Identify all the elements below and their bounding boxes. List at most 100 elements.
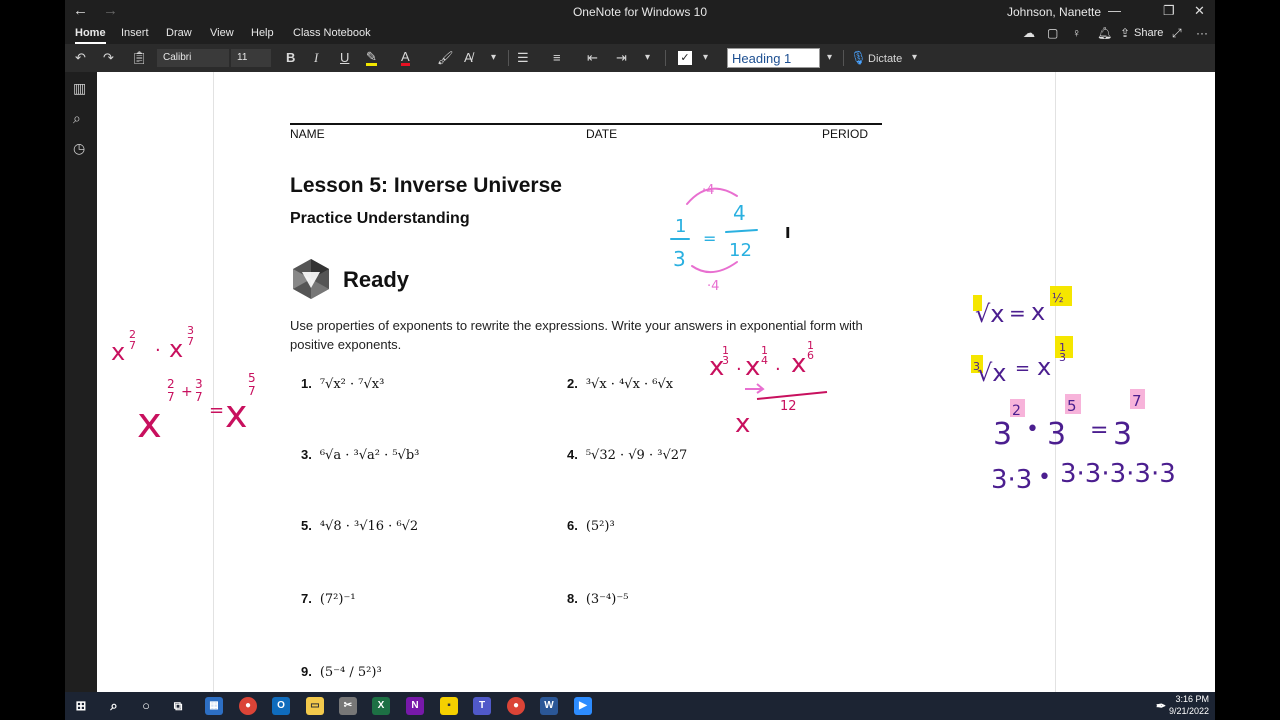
tab-view[interactable]: View — [210, 27, 234, 39]
format-painter-icon[interactable]: 🖌︎ — [437, 50, 454, 66]
more-options-icon[interactable]: ··· — [1196, 26, 1208, 40]
title-bar: ← → OneNote for Windows 10 Johnson, Nane… — [65, 0, 1215, 24]
svg-text:3: 3 — [1047, 417, 1066, 452]
svg-text:x: x — [791, 349, 806, 379]
underline-icon[interactable]: U — [340, 50, 349, 66]
snipping-tool-icon[interactable]: ✂ — [339, 697, 357, 715]
file-explorer-icon[interactable]: ▭ — [306, 697, 324, 715]
svg-text:=: = — [209, 400, 224, 421]
letterbox-right — [1215, 0, 1280, 720]
clock-time: 3:16 PM — [1175, 694, 1210, 704]
svg-text:3: 3 — [722, 354, 729, 367]
svg-text:·: · — [736, 359, 742, 380]
svg-text:√x: √x — [977, 359, 1007, 387]
sticky-notes-icon[interactable]: ▪ — [440, 697, 458, 715]
undo-icon[interactable]: ↶ — [75, 50, 86, 66]
tab-insert[interactable]: Insert — [121, 27, 149, 39]
svg-text:3·3·3·3·3: 3·3·3·3·3 — [1060, 459, 1176, 489]
taskbar-clock[interactable]: 3:16 PM 9/21/2022 — [1169, 693, 1209, 717]
svg-text:2: 2 — [167, 377, 175, 391]
bold-icon[interactable]: B — [286, 50, 295, 66]
chevron-down-icon[interactable]: ▾ — [645, 50, 650, 66]
font-size-box[interactable]: 11 — [231, 49, 271, 67]
excel-icon[interactable]: X — [372, 697, 390, 715]
italic-icon[interactable]: I — [314, 50, 318, 66]
tab-draw[interactable]: Draw — [166, 27, 192, 39]
pen-icon[interactable]: ✒ — [1152, 697, 1170, 715]
bell-icon[interactable]: 🔔︎ — [1097, 26, 1112, 40]
svg-text:=: = — [1009, 301, 1026, 325]
chevron-down-icon[interactable]: ▾ — [912, 50, 917, 66]
chevron-down-icon[interactable]: ▾ — [703, 50, 708, 66]
page-canvas[interactable]: NAME DATE PERIOD Lesson 5: Inverse Unive… — [97, 72, 1215, 692]
tab-class-notebook[interactable]: Class Notebook — [293, 27, 371, 39]
svg-text:12: 12 — [729, 240, 752, 261]
svg-text:=: = — [1090, 418, 1108, 443]
svg-text:3: 3 — [993, 417, 1012, 452]
styles-dropdown[interactable]: Heading 1 — [727, 48, 820, 68]
indent-icon[interactable]: ⇥ — [616, 50, 627, 66]
notifications-feed-icon[interactable]: ▢ — [1047, 26, 1058, 40]
svg-text:12: 12 — [780, 399, 797, 414]
font-color-icon[interactable]: A — [401, 50, 410, 66]
ink-left-margin-work: x 2 7 · x 3 7 x 2 7 + 3 7 = x 5 7 — [111, 324, 256, 447]
svg-text:x: x — [1037, 353, 1051, 381]
chevron-down-icon[interactable]: ▾ — [491, 50, 496, 66]
svg-text:3: 3 — [1059, 351, 1066, 364]
svg-text:x: x — [111, 338, 125, 366]
windows-start-icon[interactable]: ⊞ — [72, 697, 90, 715]
microphone-icon[interactable]: 🎙︎ — [850, 50, 867, 66]
search-icon[interactable]: ⌕ — [73, 110, 81, 127]
notebooks-icon[interactable]: ▥ — [73, 80, 86, 97]
zoom-icon[interactable]: ▶ — [574, 697, 592, 715]
svg-text:1: 1 — [675, 216, 686, 237]
separator — [508, 50, 509, 66]
chevron-down-icon[interactable]: ▾ — [827, 50, 832, 66]
windows-taskbar: ⊞ ⌕ ○ ⧉ ▦ ● O ▭ ✂ X N ▪ T ● W ▶ ✒ 3:16 P… — [65, 692, 1215, 720]
svg-text:x: x — [735, 409, 750, 439]
user-name[interactable]: Johnson, Nanette — [1007, 5, 1101, 19]
close-icon[interactable]: ✕ — [1194, 3, 1205, 19]
svg-text:7: 7 — [1132, 392, 1142, 410]
redo-icon[interactable]: ↷ — [103, 50, 114, 66]
tab-home[interactable]: Home — [75, 27, 106, 44]
share-icon[interactable]: ⇪ — [1120, 26, 1130, 40]
tell-me-icon[interactable]: ♀ — [1072, 26, 1081, 40]
highlight-icon[interactable]: ✎ — [366, 50, 377, 66]
svg-text:4: 4 — [733, 201, 746, 225]
clipboard-icon[interactable]: 📋︎ — [131, 50, 148, 66]
clear-formatting-icon[interactable]: A̸ — [464, 50, 473, 66]
share-button[interactable]: Share — [1134, 27, 1163, 39]
menu-bar: Home Insert Draw View Help Class Noteboo… — [65, 24, 1215, 44]
numbering-icon[interactable]: ≡ — [553, 50, 561, 66]
recent-icon[interactable]: ◷ — [73, 140, 85, 157]
outlook-icon[interactable]: O — [272, 697, 290, 715]
word-icon[interactable]: W — [540, 697, 558, 715]
chrome-icon[interactable]: ● — [239, 697, 257, 715]
dictate-button[interactable]: Dictate — [868, 51, 902, 67]
fullscreen-icon[interactable]: ⤢ — [1172, 26, 1182, 41]
outdent-icon[interactable]: ⇤ — [587, 50, 598, 66]
bullets-icon[interactable]: ☰ — [517, 50, 529, 66]
svg-text:3: 3 — [195, 377, 203, 391]
svg-text:5: 5 — [1067, 397, 1077, 415]
restore-icon[interactable]: ❐ — [1163, 3, 1175, 19]
onenote-window: ← → OneNote for Windows 10 Johnson, Nane… — [65, 0, 1215, 692]
minimize-icon[interactable]: — — [1108, 3, 1121, 18]
ribbon-toolbar: ↶ ↷ 📋︎ Calibri 11 B I U ✎ A 🖌︎ A̸ ▾ ☰ ≡ … — [65, 44, 1215, 72]
teams-icon[interactable]: T — [473, 697, 491, 715]
todo-tag-icon[interactable]: ✓ — [678, 51, 692, 65]
letterbox-left — [0, 0, 65, 720]
sync-icon[interactable]: ☁ — [1023, 26, 1035, 40]
cortana-icon[interactable]: ○ — [137, 697, 155, 715]
onenote-icon[interactable]: N — [406, 697, 424, 715]
calculator-icon[interactable]: ▦ — [205, 697, 223, 715]
left-navigation: ▥ ⌕ ◷ — [65, 72, 97, 692]
clock-date: 9/21/2022 — [1169, 706, 1210, 716]
search-icon[interactable]: ⌕ — [105, 697, 123, 715]
chrome-icon[interactable]: ● — [507, 697, 525, 715]
svg-text:5: 5 — [248, 371, 256, 385]
font-name-box[interactable]: Calibri — [157, 49, 229, 67]
task-view-icon[interactable]: ⧉ — [169, 697, 187, 715]
tab-help[interactable]: Help — [251, 27, 274, 39]
